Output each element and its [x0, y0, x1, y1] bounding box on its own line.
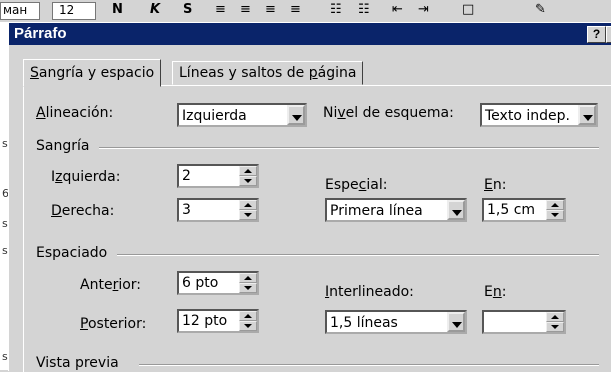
dialog-titlebar[interactable]: Párrafo ? ×	[9, 23, 611, 45]
tab-lineas-saltos[interactable]: Líneas y saltos de página	[172, 61, 364, 85]
izquierda-spinner[interactable]: 2	[177, 164, 259, 188]
spin-down-icon[interactable]	[239, 210, 257, 220]
spin-up-icon[interactable]	[546, 200, 564, 210]
espaciado-group-label: Espaciado	[36, 245, 108, 261]
bold-button[interactable]: N	[112, 0, 123, 20]
border-icon[interactable]: □	[462, 0, 474, 20]
highlight-icon[interactable]: ✎	[535, 0, 546, 20]
spin-up-icon[interactable]	[546, 312, 564, 322]
italic-button[interactable]: K	[150, 0, 160, 20]
justify-icon[interactable]: ≡	[290, 0, 301, 20]
underline-button[interactable]: S	[183, 0, 192, 20]
close-button[interactable]: ×	[606, 26, 611, 43]
numbering-icon[interactable]: ☷	[330, 0, 342, 20]
accelerator-key: p	[308, 65, 318, 81]
font-name-value: ман	[3, 3, 28, 17]
group-divider	[117, 254, 599, 256]
align-left-icon[interactable]: ≡	[215, 0, 226, 20]
posterior-spinner[interactable]: 12 pto	[177, 309, 259, 333]
chevron-down-icon[interactable]	[578, 105, 596, 125]
interlineado-label: Interlineado:	[325, 284, 414, 300]
tab-label: Sangría y espacio	[30, 65, 155, 81]
posterior-label: Posterior:	[80, 316, 147, 332]
nivel-esquema-select[interactable]: Texto indep.	[480, 103, 598, 127]
help-button[interactable]: ?	[587, 26, 606, 43]
nivel-esquema-label: Nivel de esquema:	[323, 105, 454, 121]
spin-down-icon[interactable]	[239, 283, 257, 293]
spin-up-icon[interactable]	[239, 166, 257, 176]
sangria-en-value: 1,5 cm	[487, 202, 536, 218]
izquierda-label: Izquierda:	[51, 169, 121, 185]
accelerator-key: S	[30, 65, 39, 81]
group-divider	[99, 147, 599, 149]
chevron-down-icon[interactable]	[447, 312, 465, 332]
interlineado-select[interactable]: 1,5 líneas	[325, 310, 467, 334]
sangria-en-label: En:	[484, 177, 507, 193]
interlineado-value: 1,5 líneas	[330, 315, 398, 331]
decrease-indent-icon[interactable]: ⇤	[392, 0, 403, 20]
formatting-toolbar: ман 12 N K S ≡ ≡ ≡ ≡ ☷ ☷ ⇤ ⇥ □ ✎	[0, 0, 611, 23]
especial-label: Especial:	[325, 177, 388, 193]
sangria-group-label: Sangría	[36, 138, 90, 154]
document-text-fragment: s	[2, 244, 8, 257]
increase-indent-icon[interactable]: ⇥	[418, 0, 429, 20]
font-size-value: 12	[59, 3, 75, 17]
spin-down-icon[interactable]	[239, 321, 257, 331]
anterior-value: 6 pto	[182, 275, 219, 291]
posterior-value: 12 pto	[182, 313, 228, 329]
spin-down-icon[interactable]	[239, 176, 257, 186]
izquierda-value: 2	[182, 168, 191, 184]
font-size-box[interactable]: 12	[52, 2, 96, 20]
anterior-label: Anterior:	[80, 277, 142, 293]
especial-value: Primera línea	[330, 203, 423, 219]
bullets-icon[interactable]: ☷	[358, 0, 370, 20]
group-divider	[139, 364, 599, 366]
espaciado-en-label: En:	[484, 284, 507, 300]
chevron-down-icon[interactable]	[287, 105, 305, 125]
tab-label: Líneas y saltos de página	[179, 65, 357, 81]
align-right-icon[interactable]: ≡	[265, 0, 276, 20]
espaciado-en-spinner[interactable]	[482, 310, 566, 334]
sangria-en-spinner[interactable]: 1,5 cm	[482, 198, 566, 222]
document-text-fragment: s	[2, 350, 8, 363]
spin-down-icon[interactable]	[546, 210, 564, 220]
derecha-value: 3	[182, 202, 191, 218]
tab-sangria-espacio[interactable]: Sangría y espacio	[23, 59, 162, 87]
align-center-icon[interactable]: ≡	[240, 0, 251, 20]
spin-up-icon[interactable]	[239, 311, 257, 321]
especial-select[interactable]: Primera línea	[325, 198, 467, 222]
alineacion-label: Alineación:	[36, 105, 114, 121]
derecha-spinner[interactable]: 3	[177, 198, 259, 222]
dialog-title: Párrafo	[14, 25, 67, 42]
document-text-fragment: s	[2, 137, 8, 150]
alineacion-select[interactable]: Izquierda	[177, 103, 307, 127]
nivel-esquema-value: Texto indep.	[485, 108, 570, 124]
paragraph-dialog: Párrafo ? × Sangría y espacio Líneas y s…	[8, 22, 611, 372]
font-name-box[interactable]: ман	[0, 2, 40, 20]
spin-up-icon[interactable]	[239, 273, 257, 283]
spin-up-icon[interactable]	[239, 200, 257, 210]
alineacion-value: Izquierda	[182, 108, 247, 124]
document-text-fragment: s	[2, 217, 8, 230]
spin-down-icon[interactable]	[546, 322, 564, 332]
derecha-label: Derecha:	[51, 203, 115, 219]
anterior-spinner[interactable]: 6 pto	[177, 271, 259, 295]
chevron-down-icon[interactable]	[447, 200, 465, 220]
vista-previa-group-label: Vista previa	[36, 355, 119, 371]
